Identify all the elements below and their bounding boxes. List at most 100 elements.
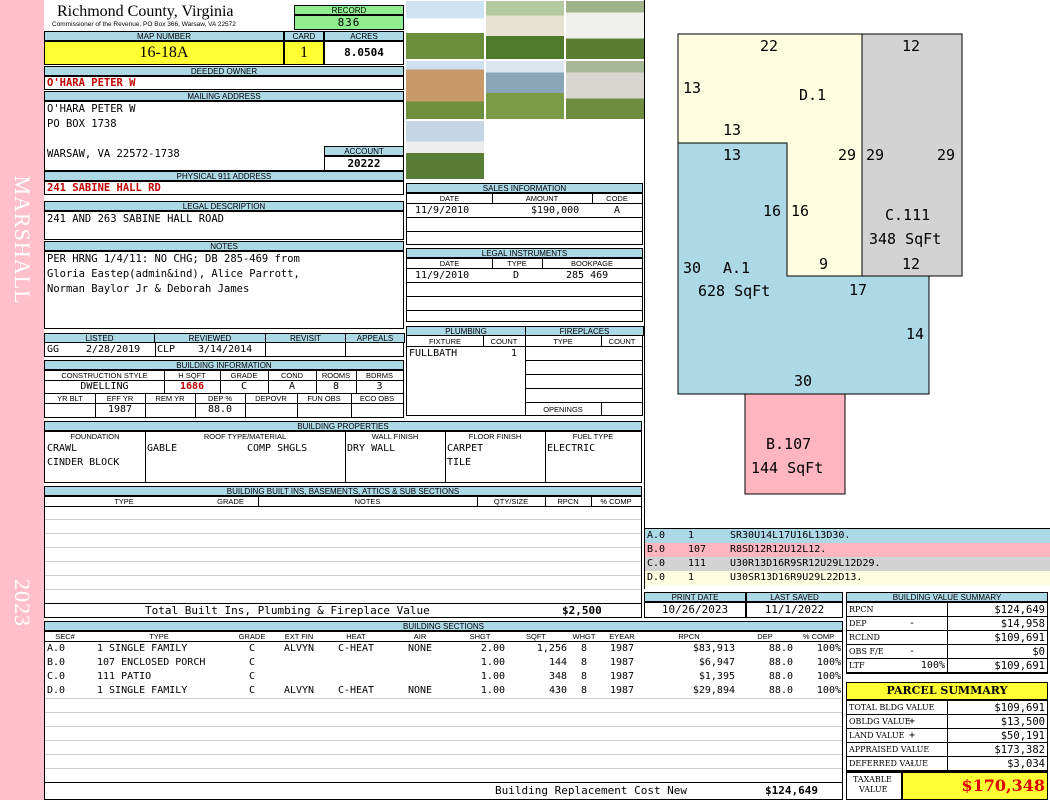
mailing-line: WARSAW, VA 22572-1738: [47, 148, 180, 160]
dim-label: 16: [763, 202, 782, 220]
taxable-label: VALUE: [859, 785, 888, 794]
section-cell: NONE: [407, 685, 433, 696]
card-label: CARD: [284, 31, 324, 41]
section-cell: $83,913: [692, 643, 735, 654]
map-number: 16-18A: [44, 41, 284, 65]
appeals-label: APPEALS: [345, 333, 405, 343]
section-header: AIR: [413, 632, 427, 641]
construction-style: DWELLING: [80, 381, 129, 392]
section-cell: C-HEAT: [337, 685, 375, 696]
notes-line: PER HRNG 1/4/11: NO CHG; DB 285-469 from: [47, 253, 300, 265]
sales-table: DATE AMOUNT CODE 11/9/2010 $190,000 A: [406, 193, 643, 245]
section-header: EYEAR: [609, 632, 635, 641]
dim-label: 13: [723, 121, 742, 139]
dim-label: 14: [906, 325, 925, 343]
dim-label: 17: [849, 281, 868, 299]
builtins-total: $2,500: [562, 604, 602, 617]
section-cell: 8: [580, 657, 588, 668]
review-bar: LISTED REVIEWED REVISIT APPEALS GG 2/28/…: [44, 333, 405, 357]
section-cell: 100%: [816, 685, 841, 696]
sketch-legend: A.0 1 SR30U14L17U16L13D30. B.0 107 R8SD1…: [644, 529, 1050, 589]
grade-value: C: [240, 381, 248, 392]
section-header: TYPE: [149, 632, 169, 641]
section-header: % COMP: [802, 632, 835, 641]
instrument-header-date: DATE: [439, 259, 460, 268]
section-cell: 88.0: [768, 671, 793, 682]
side-banner: [0, 0, 44, 800]
builtins-header: QTY/SIZE: [493, 497, 529, 506]
building-info-label: BUILDING INFORMATION: [44, 360, 404, 370]
section-cell: C.0: [47, 671, 66, 682]
legend-row-c: C.0 111 U30R13D16R9SR12U29L12D29.: [645, 557, 1050, 571]
sales-date: 11/9/2010: [415, 205, 470, 216]
summary-value: $0: [1032, 646, 1045, 658]
section-cell: C: [248, 643, 256, 654]
section-cell: 1987: [609, 643, 635, 654]
section-cell: 1987: [609, 685, 635, 696]
legend-code: A.0: [647, 530, 666, 541]
section-cell: NONE: [407, 643, 433, 654]
summary-label: TOTAL BLDG VALUE: [849, 703, 935, 712]
dim-label: 12: [902, 37, 921, 55]
house-photo: [565, 60, 645, 120]
wall-finish: DRY WALL: [347, 443, 396, 454]
section-cell: B.0: [47, 657, 66, 668]
legal-instruments-table: DATE TYPE BOOKPAGE 11/9/2010 D 285 469: [406, 258, 643, 322]
dim-label: 16: [791, 202, 810, 220]
account-value: 20222: [324, 156, 404, 171]
taxable-value: $170,348: [902, 772, 1048, 800]
dim-label: 22: [760, 37, 779, 55]
print-date-label: PRINT DATE: [644, 592, 746, 602]
area-code-b: B.107: [766, 435, 812, 453]
house-photo: [485, 0, 565, 60]
bi-header: YR BLT: [57, 394, 83, 403]
record-label: RECORD: [294, 5, 404, 15]
physical-address-value: 241 SABINE HALL RD: [47, 182, 161, 194]
summary-label: LTF: [849, 661, 865, 670]
print-date: 10/26/2023: [644, 602, 746, 618]
dim-label: 29: [838, 146, 857, 164]
section-cell: 1987: [609, 657, 635, 668]
instrument-type: D: [513, 270, 520, 281]
plumbing-fireplace-box: PLUMBING FIREPLACES FIXTURE COUNT TYPE C…: [406, 326, 644, 416]
county-title: Richmond County, Virginia: [57, 3, 234, 20]
summary-sign: -: [909, 646, 916, 657]
mailing-address-label: MAILING ADDRESS: [44, 91, 404, 101]
prop-header: FUEL TYPE: [572, 432, 614, 441]
section-cell: $29,894: [692, 685, 735, 696]
section-cell: 348: [548, 671, 567, 682]
taxable-label-box: TAXABLE VALUE: [846, 772, 902, 800]
notes-line: Gloria Eastep(admin&ind), Alice Parrott,: [47, 268, 300, 280]
legend-num: 107: [688, 544, 707, 555]
physical-address: 241 SABINE HALL RD: [44, 181, 404, 195]
section-cell: 2.00: [480, 643, 505, 654]
bdrms-value: 3: [376, 381, 383, 392]
section-cell: A.0: [47, 643, 66, 654]
bi-header: H SQFT: [178, 371, 206, 380]
listed-label: LISTED: [44, 333, 155, 343]
building-properties-table: FOUNDATION ROOF TYPE/MATERIAL WALL FINIS…: [44, 431, 642, 483]
bi-header: DEPOVR: [255, 394, 287, 403]
legend-num: 1: [688, 572, 695, 583]
section-header: GRADE: [238, 632, 266, 641]
summary-label: APPRAISED VALUE: [849, 745, 930, 754]
house-photo: [405, 60, 485, 120]
dim-label: 9: [819, 255, 829, 273]
section-cell: 1.00: [480, 671, 505, 682]
account-label: ACCOUNT: [324, 146, 404, 156]
dim-label: 29: [866, 146, 885, 164]
bi-header: DEP %: [207, 394, 233, 403]
legend-code: B.0: [647, 544, 666, 555]
section-cell: 1987: [609, 671, 635, 682]
building-info-table: CONSTRUCTION STYLE H SQFT GRADE COND ROO…: [44, 370, 404, 418]
section-cell: C: [248, 685, 256, 696]
taxable-label: TAXABLE: [853, 775, 892, 784]
card-number: 1: [284, 41, 324, 65]
last-saved: 11/1/2022: [746, 602, 843, 618]
building-properties-label: BUILDING PROPERTIES: [44, 421, 642, 431]
legal-description: 241 AND 263 SABINE HALL ROAD: [44, 211, 404, 240]
reviewed-label: REVIEWED: [154, 333, 266, 343]
summary-sign: -: [909, 758, 916, 769]
summary-value: $50,191: [1000, 730, 1045, 742]
area-size-b: 144 SqFt: [751, 459, 824, 477]
